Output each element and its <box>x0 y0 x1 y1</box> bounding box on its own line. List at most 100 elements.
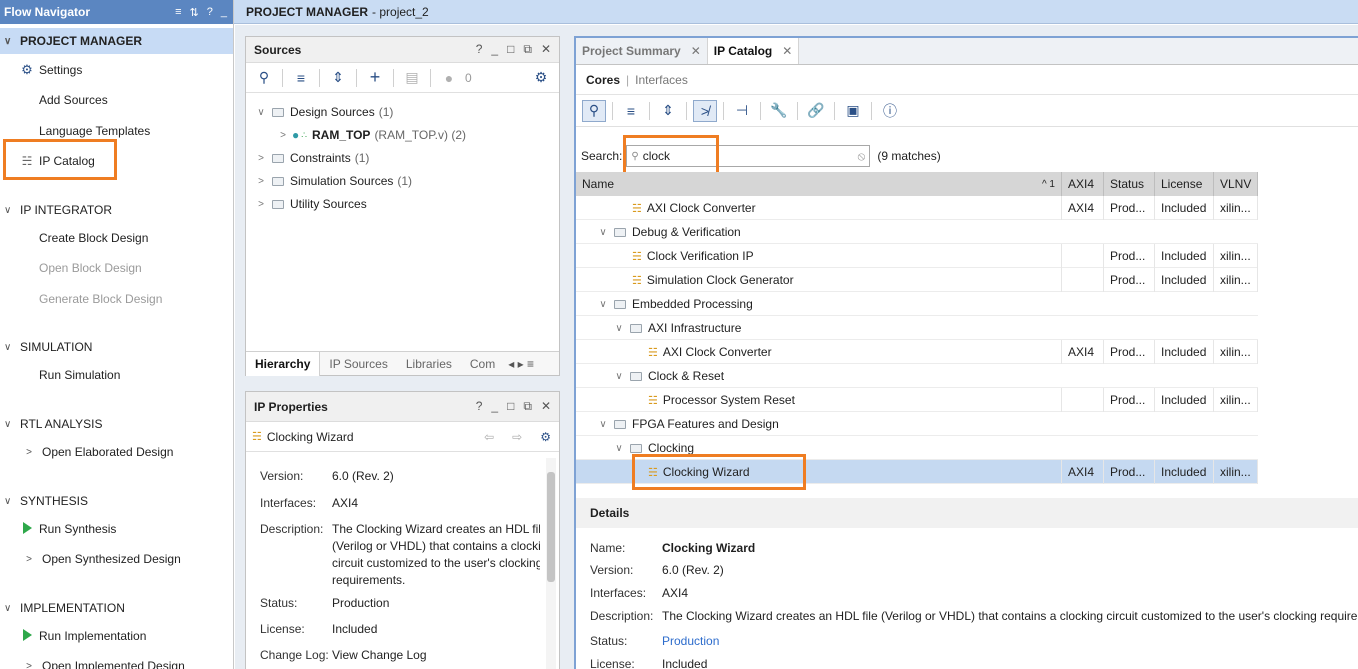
nav-item-run-implementation[interactable]: Run Implementation <box>0 624 233 648</box>
nav-item-label: Settings <box>39 63 83 77</box>
search-icon[interactable]: ⚲ <box>252 67 276 89</box>
column-name[interactable]: Name ^ 1 <box>576 172 1062 196</box>
wrench-icon[interactable]: 🔧 <box>767 100 791 122</box>
column-license[interactable]: License <box>1155 172 1214 196</box>
prop-changelog: Change Log: View Change Log <box>260 647 427 664</box>
tab-scroll-arrows-icon[interactable]: ◂ ▸ ≡ <box>504 352 538 376</box>
scrollbar-thumb[interactable] <box>547 472 555 582</box>
table-row[interactable]: ☵ AXI Clock Converter AXI4 Prod... Includ… <box>576 340 1258 364</box>
close-icon[interactable]: ✕ <box>541 399 551 414</box>
nav-section-implementation[interactable]: ∨ IMPLEMENTATION <box>0 595 233 621</box>
tab-ip-catalog[interactable]: IP Catalog ✕ <box>707 38 800 64</box>
nav-section-synthesis[interactable]: ∨ SYNTHESIS <box>0 488 233 514</box>
nav-section-simulation[interactable]: ∨ SIMULATION <box>0 334 233 360</box>
column-axi4[interactable]: AXI4 <box>1062 172 1104 196</box>
info-icon[interactable]: ⓘ <box>878 100 902 122</box>
tree-item-utility-sources[interactable]: > Utility Sources <box>254 193 367 215</box>
nav-item-open-elaborated-design[interactable]: > Open Elaborated Design <box>0 440 233 464</box>
tree-item-design-sources[interactable]: ∨ Design Sources (1) <box>254 101 393 123</box>
tab-libraries[interactable]: Libraries <box>397 352 461 376</box>
collapse-all-icon[interactable]: ≡ <box>289 67 313 89</box>
nav-section-rtl-analysis[interactable]: ∨ RTL ANALYSIS <box>0 411 233 437</box>
properties-icon[interactable]: ▤ <box>400 67 424 89</box>
table-row[interactable]: ∨ FPGA Features and Design <box>576 412 1258 436</box>
tab-ip-sources[interactable]: IP Sources <box>320 352 396 376</box>
nav-item-open-implemented-design[interactable]: > Open Implemented Design <box>0 654 233 669</box>
tab-compile-order[interactable]: Com <box>461 352 504 376</box>
nav-item-run-synthesis[interactable]: Run Synthesis <box>0 517 233 541</box>
column-status[interactable]: Status <box>1104 172 1155 196</box>
table-row[interactable]: ∨ Debug & Verification <box>576 220 1258 244</box>
close-icon[interactable]: ✕ <box>782 44 792 58</box>
subtab-cores[interactable]: Cores <box>586 73 620 87</box>
maximize-icon[interactable]: □ <box>507 399 514 414</box>
collapse-all-icon[interactable]: ≡ <box>619 100 643 122</box>
status-link[interactable]: Production <box>332 595 389 612</box>
category-name: Embedded Processing <box>632 297 753 311</box>
tree-item-simulation-sources[interactable]: > Simulation Sources (1) <box>254 170 412 192</box>
add-icon[interactable]: + <box>363 67 387 89</box>
nav-section-ip-integrator[interactable]: ∨ IP INTEGRATOR <box>0 197 233 223</box>
back-arrow-icon[interactable]: ⇦ <box>484 430 494 444</box>
help-icon[interactable]: ? <box>476 399 483 414</box>
nav-item-label: Create Block Design <box>39 231 149 245</box>
cell-license: Included <box>1155 268 1214 292</box>
collapse-all-icon[interactable]: ≡ <box>175 6 181 19</box>
chip-icon[interactable]: ▣ <box>841 100 865 122</box>
cell-vlnv: xilin... <box>1214 268 1258 292</box>
maximize-icon[interactable]: □ <box>507 42 514 57</box>
table-row[interactable]: ∨ AXI Infrastructure <box>576 316 1258 340</box>
float-icon[interactable]: ⧉ <box>523 42 532 57</box>
tree-item-ram-top[interactable]: > ● ∴ RAM_TOP (RAM_TOP.v) (2) <box>276 124 466 146</box>
gear-icon[interactable]: ⚙ <box>540 430 551 444</box>
link-icon[interactable]: 🔗 <box>804 100 828 122</box>
table-row[interactable]: ∨ Clock & Reset <box>576 364 1258 388</box>
detail-name: Name: Clocking Wizard <box>590 541 755 555</box>
help-icon[interactable]: ? <box>476 42 483 57</box>
prop-value: AXI4 <box>332 496 359 510</box>
float-icon[interactable]: ⧉ <box>523 399 532 414</box>
help-icon[interactable]: ? <box>207 6 213 19</box>
search-icon[interactable]: ⚲ <box>582 99 606 122</box>
nav-item-create-block-design[interactable]: Create Block Design <box>0 226 233 250</box>
nav-item-add-sources[interactable]: Add Sources <box>0 88 233 112</box>
tab-hierarchy[interactable]: Hierarchy <box>246 351 321 376</box>
nav-section-project-manager[interactable]: ∨ PROJECT MANAGER <box>0 28 233 54</box>
hierarchy-icon[interactable]: ⊣ <box>730 100 754 122</box>
flow-navigator-title: Flow Navigator <box>4 5 91 19</box>
tab-project-summary[interactable]: Project Summary ✕ <box>576 38 708 64</box>
nav-item-open-synthesized-design[interactable]: > Open Synthesized Design <box>0 547 233 571</box>
table-row[interactable]: ☵ AXI Clock Converter AXI4 Prod... Includ… <box>576 196 1258 220</box>
close-icon[interactable]: ✕ <box>541 42 551 57</box>
table-row[interactable]: ∨ Embedded Processing <box>576 292 1258 316</box>
filter-icon[interactable]: ≯ <box>693 99 717 122</box>
minimize-icon[interactable]: _ <box>491 42 498 57</box>
gear-icon[interactable]: ⚙ <box>529 67 553 89</box>
minimize-icon[interactable]: _ <box>491 399 498 414</box>
subtab-interfaces[interactable]: Interfaces <box>635 73 688 87</box>
nav-item-generate-block-design[interactable]: Generate Block Design <box>0 287 233 311</box>
chevron-down-icon: ∨ <box>4 204 12 216</box>
change-log-link[interactable]: View Change Log <box>332 647 427 664</box>
expand-all-icon[interactable]: ⇕ <box>326 67 350 89</box>
nav-item-open-block-design[interactable]: Open Block Design <box>0 256 233 280</box>
status-link[interactable]: Production <box>662 634 719 648</box>
cell-name: ☵ AXI Clock Converter <box>576 196 1062 220</box>
tree-item-label: RAM_TOP <box>311 128 371 142</box>
nav-section-label: SYNTHESIS <box>20 494 89 508</box>
close-icon[interactable]: ✕ <box>691 44 701 58</box>
vertical-scrollbar[interactable] <box>546 458 556 669</box>
clear-search-icon[interactable]: ⦸ <box>858 149 866 164</box>
minimize-icon[interactable]: _ <box>221 6 227 19</box>
table-row[interactable]: ☵ Simulation Clock Generator Prod... Incl… <box>576 268 1258 292</box>
column-vlnv[interactable]: VLNV <box>1214 172 1258 196</box>
expand-all-icon[interactable]: ⇕ <box>656 100 680 122</box>
forward-arrow-icon[interactable]: ⇨ <box>512 430 522 444</box>
expand-all-icon[interactable]: ⇅ <box>190 6 199 19</box>
nav-item-run-simulation[interactable]: Run Simulation <box>0 363 233 387</box>
table-row[interactable]: ☵ Processor System Reset Prod... Included… <box>576 388 1258 412</box>
tree-item-constraints[interactable]: > Constraints (1) <box>254 147 369 169</box>
run-play-icon <box>20 628 34 644</box>
table-row[interactable]: ☵ Clock Verification IP Prod... Included … <box>576 244 1258 268</box>
nav-item-settings[interactable]: ⚙ Settings <box>0 58 233 82</box>
